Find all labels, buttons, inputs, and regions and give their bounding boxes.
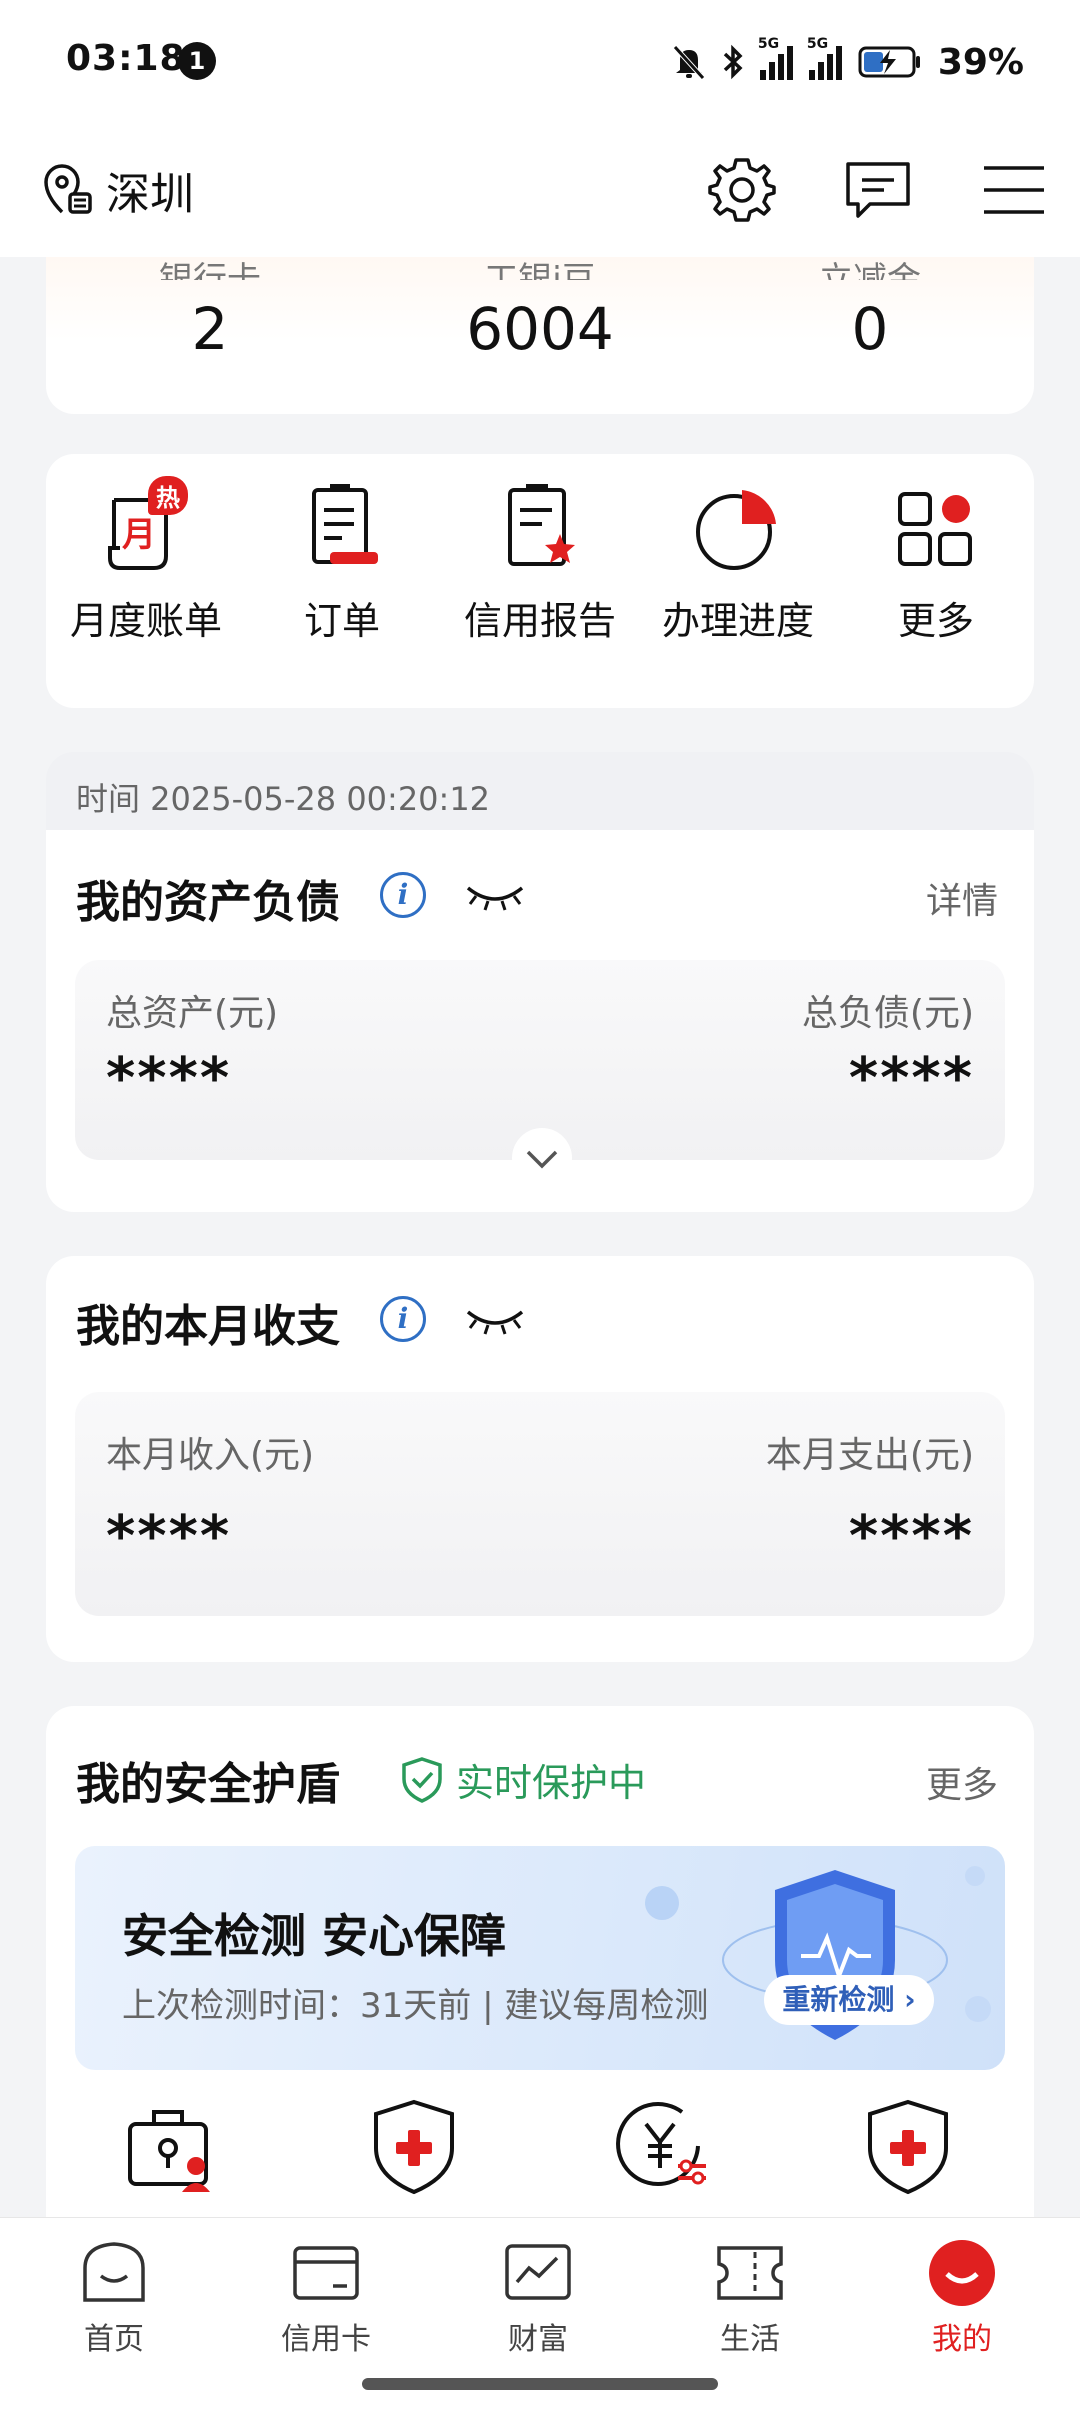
nav-label: 我的 bbox=[932, 2322, 992, 2357]
city-name: 深圳 bbox=[106, 169, 194, 220]
recheck-label: 重新检测 bbox=[782, 1983, 895, 2016]
quick-action-label: 月度账单 bbox=[69, 599, 222, 643]
chevron-down-icon bbox=[526, 1150, 558, 1169]
progress-pie-icon bbox=[696, 490, 776, 570]
security-tool-device-lock[interactable] bbox=[122, 2096, 222, 2196]
lock-bag-icon bbox=[128, 2110, 210, 2192]
credit-report-icon bbox=[508, 484, 575, 566]
quick-action-label: 订单 bbox=[303, 599, 380, 643]
nav-label: 生活 bbox=[720, 2322, 780, 2357]
quick-action-label: 更多 bbox=[897, 599, 974, 643]
nav-credit-card[interactable]: 信用卡 bbox=[246, 2238, 406, 2358]
stat-value-coupons[interactable]: 0 bbox=[750, 295, 990, 363]
medical-shield-icon bbox=[868, 2099, 948, 2195]
more-grid-icon bbox=[898, 492, 972, 566]
nav-home[interactable]: 首页 bbox=[34, 2238, 194, 2358]
income-value: **** bbox=[106, 1504, 232, 1569]
quick-action-monthly-bill[interactable]: 月 热 月度账单 bbox=[56, 476, 236, 645]
income-label: 本月收入(元) bbox=[106, 1435, 315, 1476]
gear-icon bbox=[708, 158, 776, 222]
network-type-2: 5G bbox=[806, 36, 829, 52]
credit-card-icon bbox=[293, 2246, 359, 2300]
total-assets-label: 总资产(元) bbox=[106, 993, 279, 1034]
shield-check-icon bbox=[402, 1756, 442, 1803]
recheck-button[interactable]: 重新检测 › bbox=[764, 1975, 934, 2025]
security-tool-payment[interactable] bbox=[612, 2096, 712, 2196]
quick-action-progress[interactable]: 办理进度 bbox=[648, 478, 828, 645]
message-icon bbox=[846, 162, 910, 218]
menu-button[interactable] bbox=[976, 152, 1052, 228]
home-icon bbox=[83, 2242, 145, 2302]
banner-subtitle: 上次检测时间：31天前 | 建议每周检测 bbox=[122, 1986, 709, 2026]
settings-button[interactable] bbox=[704, 152, 780, 228]
security-tool-protect[interactable] bbox=[364, 2096, 464, 2196]
nav-profile[interactable]: 我的 bbox=[882, 2238, 1042, 2358]
nav-life[interactable]: 生活 bbox=[670, 2238, 830, 2358]
quick-action-label: 办理进度 bbox=[661, 599, 814, 643]
hot-badge: 热 bbox=[148, 476, 188, 515]
order-icon bbox=[312, 484, 378, 564]
location-selector[interactable]: 深圳 bbox=[40, 158, 194, 222]
location-pin-icon bbox=[44, 164, 92, 214]
quick-action-credit-report[interactable]: 信用报告 bbox=[450, 478, 630, 645]
expand-button[interactable] bbox=[512, 1128, 572, 1188]
expense-value: **** bbox=[848, 1504, 974, 1569]
shield-title: 我的安全护盾 bbox=[76, 1759, 340, 1810]
quick-action-orders[interactable]: 订单 bbox=[252, 478, 432, 645]
total-liabilities-value: **** bbox=[848, 1046, 974, 1111]
svg-text:月: 月 bbox=[122, 515, 156, 555]
info-icon[interactable]: i bbox=[380, 1296, 426, 1342]
protection-status-text: 实时保护中 bbox=[456, 1761, 647, 1805]
signal-5g-1-icon: 5G bbox=[758, 36, 793, 80]
battery-percent: 39% bbox=[937, 41, 1024, 83]
income-title: 我的本月收支 bbox=[76, 1301, 340, 1352]
mute-icon bbox=[672, 45, 705, 80]
stat-value-points[interactable]: 6004 bbox=[420, 295, 660, 363]
nav-label: 信用卡 bbox=[281, 2322, 371, 2357]
status-indicators: 5G 5G 39% bbox=[672, 34, 1024, 90]
nav-label: 首页 bbox=[84, 2322, 144, 2357]
battery-charging-icon bbox=[858, 46, 920, 78]
assets-title: 我的资产负债 bbox=[76, 877, 340, 928]
total-assets-value: **** bbox=[106, 1046, 232, 1111]
quick-action-label: 信用报告 bbox=[463, 599, 616, 643]
security-shield-graphic-icon bbox=[722, 1870, 948, 2040]
network-type-1: 5G bbox=[757, 36, 780, 52]
expense-label: 本月支出(元) bbox=[765, 1435, 974, 1476]
quick-action-more[interactable]: 更多 bbox=[846, 478, 1026, 645]
medical-shield-icon bbox=[374, 2099, 454, 2195]
profile-icon bbox=[929, 2240, 995, 2306]
status-time: 03:18 bbox=[66, 38, 186, 79]
messages-button[interactable] bbox=[840, 152, 916, 228]
signal-5g-2-icon: 5G bbox=[807, 36, 842, 80]
eye-closed-icon bbox=[466, 886, 524, 911]
hide-amount-toggle[interactable] bbox=[464, 880, 526, 920]
nav-wealth[interactable]: 财富 bbox=[458, 2238, 618, 2358]
banner-title: 安全检测 安心保障 bbox=[122, 1909, 507, 1963]
header-overlap bbox=[46, 230, 1034, 257]
nav-label: 财富 bbox=[508, 2322, 568, 2357]
hide-amount-toggle[interactable] bbox=[464, 1304, 526, 1344]
home-indicator[interactable] bbox=[362, 2378, 718, 2390]
shield-more-link[interactable]: 更多 bbox=[926, 1756, 998, 1808]
total-liabilities-label: 总负债(元) bbox=[801, 993, 974, 1034]
info-icon[interactable]: i bbox=[380, 872, 426, 918]
hamburger-menu-icon bbox=[984, 166, 1044, 214]
eye-closed-icon bbox=[466, 1310, 524, 1335]
life-ticket-icon bbox=[717, 2246, 783, 2300]
stat-value-bank-cards[interactable]: 2 bbox=[90, 295, 330, 363]
yuan-settings-icon bbox=[616, 2102, 706, 2187]
wealth-chart-icon bbox=[505, 2244, 571, 2300]
protection-status: 实时保护中 bbox=[400, 1752, 646, 1807]
update-timestamp: 时间 2025-05-28 00:20:12 bbox=[76, 780, 491, 818]
assets-detail-link[interactable]: 详情 bbox=[926, 872, 998, 924]
notification-count-badge: 1 bbox=[178, 42, 216, 80]
bluetooth-icon bbox=[723, 44, 743, 80]
security-tool-health[interactable] bbox=[858, 2096, 958, 2196]
